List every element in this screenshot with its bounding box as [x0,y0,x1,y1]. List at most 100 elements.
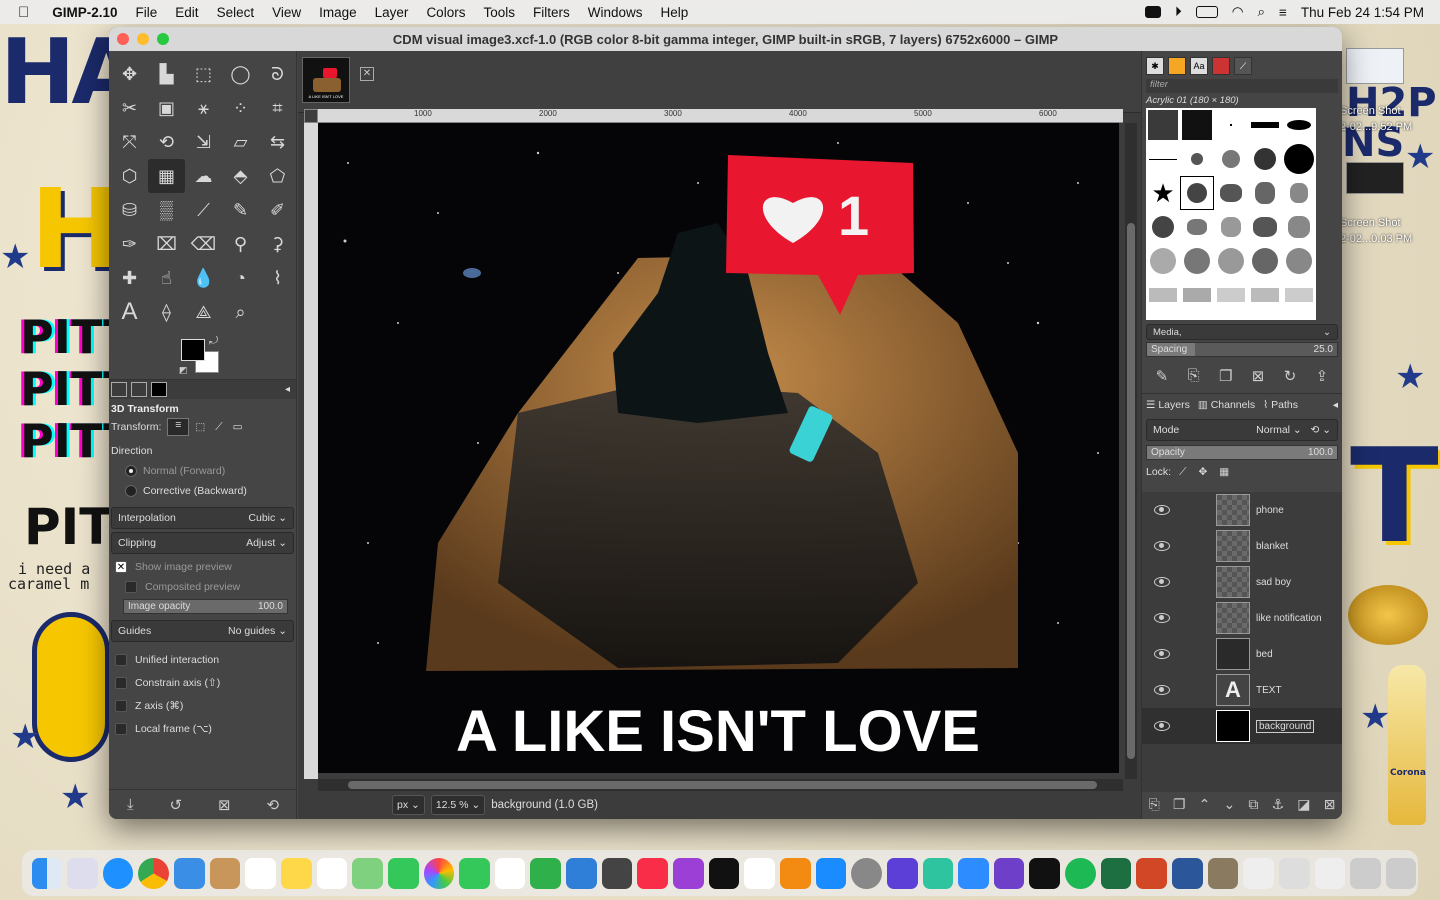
layer-row[interactable]: A TEXT [1142,672,1342,708]
tv-icon[interactable] [708,857,740,889]
layer-row[interactable]: sad boy [1142,564,1342,600]
pencil-icon[interactable]: ✎ [222,193,259,227]
fonts-tab-icon[interactable]: Aa [1190,57,1208,75]
duplicate-brush-icon[interactable]: ❐ [1219,367,1232,385]
layer-row[interactable]: blanket [1142,528,1342,564]
handle-transform-icon[interactable]: ⬘ [222,159,259,193]
transform-path-icon[interactable]: ⟋ [215,421,222,434]
z-axis-row[interactable]: Z axis (⌘) [109,694,296,717]
image-opacity-slider[interactable]: Image opacity 100.0 [123,599,288,614]
lower-layer-icon[interactable]: ⌄ [1223,796,1235,813]
desktop-file-screenshot-1[interactable] [1346,48,1404,84]
color-picker-icon[interactable]: ⟠ [148,295,185,329]
lasso-icon[interactable]: ᘐ [259,57,296,91]
brush-item[interactable] [1146,108,1180,142]
unit-select[interactable]: px ⌄ [392,795,425,815]
spotify-icon[interactable] [1065,857,1096,889]
lock-pixels-icon[interactable]: ⟋ [1179,466,1186,479]
raise-layer-icon[interactable]: ⌃ [1199,796,1211,813]
eye-icon[interactable] [1154,541,1170,551]
crop-icon[interactable]: ⌗ [259,91,296,125]
menu-tools[interactable]: Tools [474,5,524,20]
system-settings-icon[interactable] [851,857,882,889]
warp-icon[interactable]: ☁ [185,159,222,193]
show-preview-row[interactable]: ✕ Show image preview [109,557,296,577]
recent-file-icon[interactable] [1314,857,1346,889]
wifi-icon[interactable]: ◠ [1232,4,1244,20]
image-thumbnail[interactable]: A LIKE ISN'T LOVE [302,57,350,103]
finder-icon[interactable] [31,857,63,889]
brush-item[interactable] [1248,278,1282,312]
freeform-icon[interactable] [494,857,526,889]
numbers-icon[interactable] [530,857,562,889]
contacts-icon[interactable] [209,857,241,889]
launchpad-icon[interactable] [67,857,98,889]
menu-file[interactable]: File [127,5,167,20]
menu-layer[interactable]: Layer [366,5,418,20]
delete-layer-icon[interactable]: ⊠ [1324,796,1336,813]
checkbox[interactable] [115,699,127,712]
radio-button[interactable] [125,465,137,477]
swap-colors-icon[interactable]: ⤾ [209,335,218,348]
delete-brush-icon[interactable]: ⊠ [1252,367,1265,385]
battery-icon[interactable] [1195,6,1218,18]
cage-transform-icon[interactable]: ⬠ [259,159,296,193]
recent-file-icon[interactable] [1350,857,1381,889]
gradient-icon[interactable]: ▒ [148,193,185,227]
lock-alpha-icon[interactable]: ▦ [1219,466,1229,478]
brush-item[interactable] [1146,142,1180,176]
heal-icon[interactable]: ✚ [111,261,148,295]
app-store-icon[interactable] [815,857,847,889]
save-options-icon[interactable]: ⤓ [127,796,134,813]
brushes-tab-icon[interactable]: ✱ [1146,57,1164,75]
brush-filter-input[interactable]: filter [1146,79,1338,93]
layer-opacity-slider[interactable]: Opacity 100.0 [1146,445,1338,460]
brush-item[interactable] [1180,210,1214,244]
word-icon[interactable] [1172,857,1203,889]
brush-item[interactable] [1282,244,1316,278]
brush-item[interactable] [1282,278,1316,312]
zoom-select[interactable]: 12.5 % ⌄ [430,795,486,815]
images-tab-icon[interactable] [151,382,167,397]
brush-item[interactable] [1282,210,1316,244]
eye-icon[interactable] [1154,577,1170,587]
brush-item-selected[interactable] [1180,176,1214,210]
dodge-burn-icon[interactable]: ◔ [222,261,259,295]
reminders-icon[interactable] [316,857,348,889]
music-icon[interactable] [637,857,669,889]
lock-position-icon[interactable]: ✥ [1198,466,1207,478]
brush-item[interactable] [1146,210,1180,244]
brush-item[interactable] [1248,210,1282,244]
printer-icon[interactable] [601,857,633,889]
foreground-color-swatch[interactable] [181,339,205,361]
recent-file-icon[interactable] [1278,857,1310,889]
safari-icon[interactable] [102,857,134,889]
app-menu[interactable]: GIMP-2.10 [43,5,126,20]
tab-paths[interactable]: ⌇ Paths [1263,399,1298,411]
eye-icon[interactable] [1154,649,1170,659]
brush-item[interactable] [1146,244,1180,278]
zoom-icon[interactable] [958,857,989,889]
text-tool-icon[interactable]: A [111,295,148,329]
brush-item[interactable] [1214,142,1248,176]
play-icon[interactable]: ⏵ [1175,4,1182,20]
brush-item[interactable] [1248,176,1282,210]
shear-icon[interactable]: ▱ [222,125,259,159]
eye-icon[interactable] [1154,721,1170,731]
scissors-icon[interactable]: ✂ [111,91,148,125]
restore-options-icon[interactable]: ↺ [170,796,183,814]
notes-icon[interactable] [280,857,312,889]
image-canvas[interactable]: 1 A LIKE ISN'T LOVE [318,123,1119,773]
panel-menu-icon[interactable]: ◂ [1333,399,1338,411]
close-image-icon[interactable]: ✕ [360,67,374,81]
brush-item[interactable] [1248,244,1282,278]
radio-corrective[interactable]: Corrective (Backward) [109,481,296,501]
tab-channels[interactable]: ▥ Channels [1198,399,1255,411]
radio-normal[interactable]: Normal (Forward) [109,461,296,481]
clock[interactable]: Thu Feb 24 1:54 PM [1301,5,1424,20]
brush-item[interactable] [1248,108,1282,142]
rect-select-icon[interactable]: ⬚ [185,57,222,91]
brush-item[interactable] [1214,108,1248,142]
books-icon[interactable] [779,857,811,889]
paintbrush-icon[interactable]: ⟋ [185,193,222,227]
